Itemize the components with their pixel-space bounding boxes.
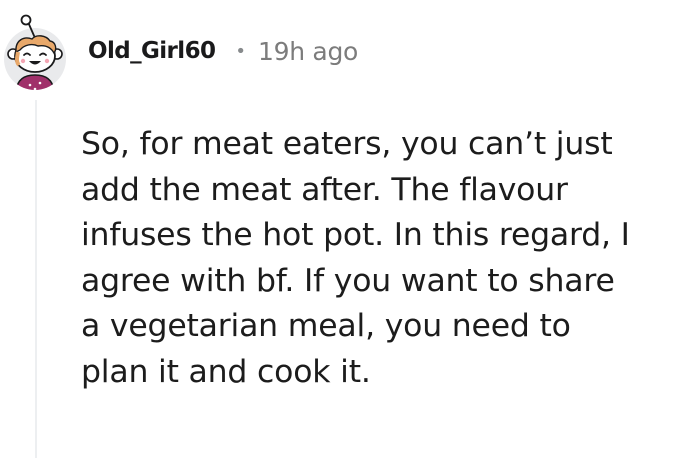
comment-body-line: agree with bf. If you want to share — [81, 262, 615, 299]
avatar[interactable] — [2, 12, 68, 92]
reddit-snoo-avatar-icon — [4, 14, 66, 90]
comment-body: So, for meat eaters, you can’t just add … — [81, 122, 693, 395]
comment-header: Old_Girl60 • 19h ago — [88, 31, 358, 71]
timestamp-link[interactable]: 19h ago — [258, 37, 358, 66]
comment: Old_Girl60 • 19h ago So, for meat eaters… — [0, 0, 700, 458]
comment-body-line: infuses the hot pot. In this regard, I — [81, 217, 630, 253]
comment-body-line: plan it and cook it. — [81, 353, 371, 390]
comment-body-line: add the meat after. The flavour — [81, 171, 568, 208]
comment-body-line: a vegetarian meal, you need to — [81, 308, 571, 344]
username-link[interactable]: Old_Girl60 — [88, 38, 216, 64]
thread-line[interactable] — [35, 100, 37, 458]
comment-body-line: So, for meat eaters, you can’t just — [81, 126, 613, 162]
separator-dot: • — [235, 40, 247, 62]
